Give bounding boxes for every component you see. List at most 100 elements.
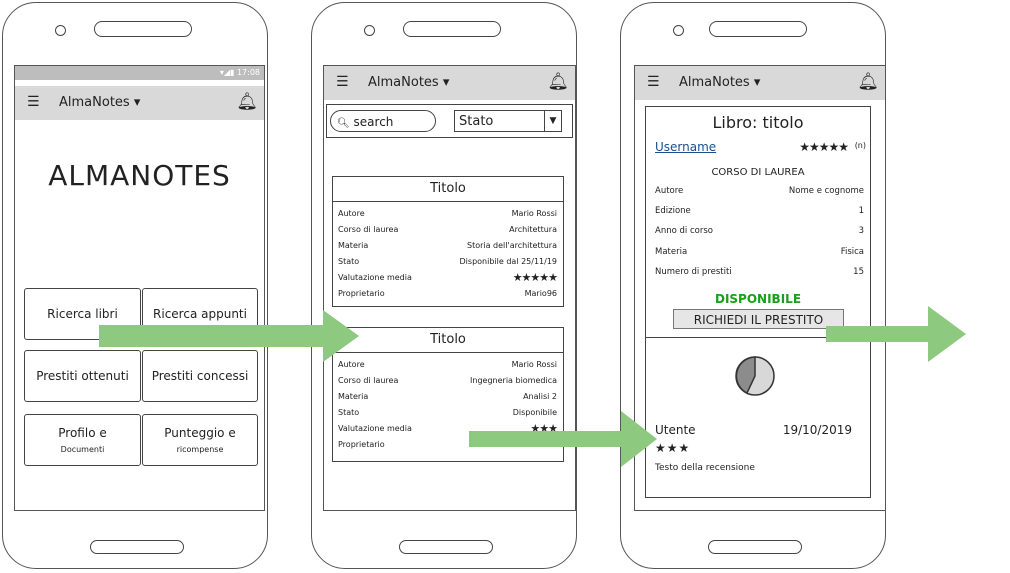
screen-detail: ☰ AlmaNotes ▾ 🔔︎ Libro: titolo Username …: [634, 65, 886, 511]
detail-row-prestiti: Numero di prestiti 15: [655, 262, 864, 282]
corso-di-laurea: CORSO DI LAUREA: [711, 167, 805, 178]
row-key: Valutazione media: [338, 273, 412, 282]
speaker: [94, 21, 192, 37]
chevron-down-icon[interactable]: ▼: [544, 111, 561, 131]
row-value: 3: [858, 226, 864, 236]
flow-arrow-icon: [99, 310, 359, 362]
profilo-documenti-button[interactable]: Profilo e Documenti: [24, 414, 141, 466]
review-text: Testo della recensione: [655, 463, 755, 473]
row-value: Storia dell'architettura: [466, 241, 557, 250]
card-row-autore: Autore Mario Rossi: [333, 206, 563, 222]
search-input[interactable]: 🔍︎ search: [330, 110, 436, 132]
star-rating-icon: ★★★: [655, 441, 691, 455]
review-date: 19/10/2019: [782, 423, 852, 437]
prestiti-ottenuti-label: Prestiti ottenuti: [36, 369, 129, 383]
home-button[interactable]: [708, 540, 802, 554]
app-title: AlmaNotes: [368, 75, 439, 90]
book-detail: Libro: titolo Username ★★★★★ (n) CORSO D…: [645, 106, 871, 498]
row-value: 15: [853, 267, 864, 277]
book-card-title: Titolo: [333, 328, 563, 353]
camera: [364, 25, 375, 36]
row-value: Nome e cognome: [788, 186, 864, 196]
status-time: 17:08: [236, 68, 260, 77]
row-value: Disponibile dal 25/11/19: [459, 257, 557, 266]
punteggio-ricompense-button[interactable]: Punteggio e ricompense: [142, 414, 258, 466]
card-row-valutazione: Valutazione media ★★★★★: [333, 270, 563, 286]
signal-icon: ▾◢▮: [219, 68, 235, 77]
row-key: Stato: [338, 257, 360, 266]
search-icon: 🔍︎: [337, 118, 350, 129]
star-rating-icon: ★★★★★: [799, 140, 849, 154]
row-key: Anno di corso: [655, 226, 713, 236]
card-row-autore: Autore Mario Rossi: [333, 357, 563, 373]
detail-row-materia: Materia Fisica: [655, 242, 864, 262]
detail-row-edizione: Edizione 1: [655, 201, 864, 221]
camera: [55, 25, 66, 36]
phone-frame-home: ▾◢▮ 17:08 ☰ AlmaNotes ▾ 🔔︎ ALMANOTES Ric…: [2, 2, 268, 569]
menu-icon[interactable]: ☰: [647, 75, 660, 89]
detail-row-autore: Autore Nome e cognome: [655, 181, 864, 201]
row-key: Edizione: [655, 206, 691, 216]
app-bar: ☰ AlmaNotes ▾ 🔔︎: [324, 66, 575, 100]
phone-frame-detail: ☰ AlmaNotes ▾ 🔔︎ Libro: titolo Username …: [620, 2, 886, 569]
menu-icon[interactable]: ☰: [336, 75, 349, 89]
documenti-label: Documenti: [60, 445, 105, 454]
row-key: Corso di laurea: [338, 225, 399, 234]
app-bar: ☰ AlmaNotes ▾ 🔔︎: [635, 66, 885, 100]
row-key: Autore: [338, 209, 365, 218]
screen-home: ▾◢▮ 17:08 ☰ AlmaNotes ▾ 🔔︎ ALMANOTES Ric…: [14, 65, 265, 511]
row-value: Mario96: [524, 289, 557, 298]
row-key: Materia: [655, 247, 688, 257]
bell-icon[interactable]: 🔔︎: [547, 72, 569, 92]
book-card[interactable]: Titolo Autore Mario Rossi Corso di laurea…: [332, 176, 564, 307]
camera: [673, 25, 684, 36]
app-logo-title: ALMANOTES: [48, 159, 231, 192]
chevron-down-icon: ▾: [753, 75, 761, 90]
row-value: Mario Rossi: [511, 209, 557, 218]
home-button[interactable]: [90, 540, 184, 554]
row-key: Numero di prestiti: [655, 267, 732, 277]
bell-icon[interactable]: 🔔︎: [236, 92, 258, 112]
stato-select[interactable]: Stato ▼: [454, 110, 562, 132]
star-rating-icon: ★★★★★: [512, 271, 558, 284]
status-bar: ▾◢▮ 17:08: [15, 66, 264, 80]
bell-icon[interactable]: 🔔︎: [857, 72, 879, 92]
row-key: Materia: [338, 241, 369, 250]
review-user: Utente: [655, 423, 696, 437]
app-title: AlmaNotes: [679, 75, 750, 90]
username-link[interactable]: Username: [655, 140, 716, 154]
home-button[interactable]: [399, 540, 493, 554]
flow-arrow-icon: [826, 306, 966, 362]
card-row-materia: Materia Storia dell'architettura: [333, 238, 563, 254]
detail-row-anno: Anno di corso 3: [655, 221, 864, 241]
punteggio-label: Punteggio e: [164, 426, 236, 440]
row-key: Autore: [655, 186, 684, 196]
search-placeholder: search: [353, 115, 394, 129]
card-row-materia: Materia Analisi 2: [333, 389, 563, 405]
row-key: Proprietario: [338, 440, 385, 449]
profilo-label: Profilo e: [58, 426, 107, 440]
row-value: Architettura: [509, 225, 557, 234]
card-row-stato: Stato Disponibile dal 25/11/19: [333, 254, 563, 270]
app-title-dropdown[interactable]: AlmaNotes ▾: [368, 75, 449, 91]
row-value: Ingegneria biomedica: [470, 376, 557, 385]
app-title-dropdown[interactable]: AlmaNotes ▾: [679, 75, 760, 91]
card-row-corso: Corso di laurea Ingegneria biomedica: [333, 373, 563, 389]
row-value: Analisi 2: [523, 392, 557, 401]
richiedi-prestito-button[interactable]: RICHIEDI IL PRESTITO: [673, 309, 844, 329]
speaker: [709, 21, 807, 37]
app-title: AlmaNotes: [59, 95, 130, 110]
book-title: Libro: titolo: [712, 113, 804, 132]
app-title-dropdown[interactable]: AlmaNotes ▾: [59, 95, 140, 111]
chevron-down-icon: ▾: [133, 95, 141, 110]
flow-arrow-icon: [469, 411, 657, 467]
row-value: Fisica: [840, 247, 864, 257]
pie-chart-icon: [735, 356, 775, 396]
row-value: 1: [858, 206, 864, 216]
chevron-down-icon: ▾: [442, 75, 450, 90]
menu-icon[interactable]: ☰: [27, 95, 40, 109]
phone-frame-search: ☰ AlmaNotes ▾ 🔔︎ 🔍︎ search Stato ▼ Titol…: [311, 2, 577, 569]
card-row-corso: Corso di laurea Architettura: [333, 222, 563, 238]
speaker: [403, 21, 501, 37]
ricompense-label: ricompense: [176, 445, 224, 454]
